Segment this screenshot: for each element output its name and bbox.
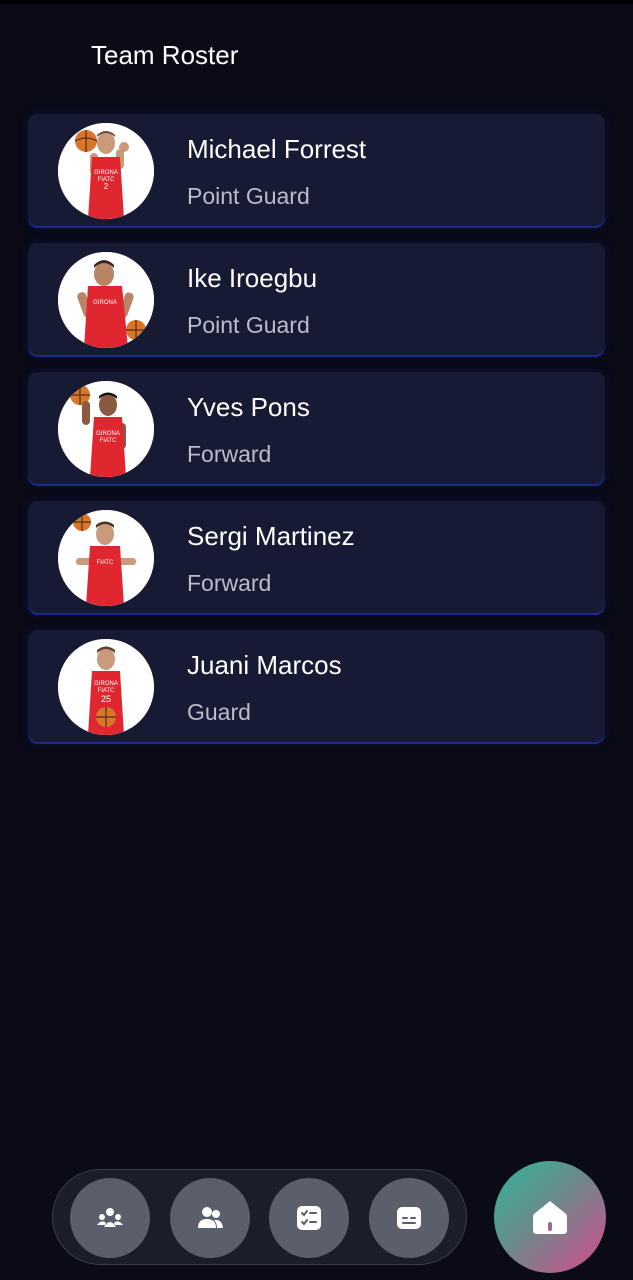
bottom-nav <box>52 1169 467 1265</box>
player-card[interactable]: GIRONA FIATC 25 Juani Marcos Guard <box>28 630 605 742</box>
svg-text:GIRONA: GIRONA <box>93 300 117 306</box>
player-position: Forward <box>187 570 272 596</box>
page-title: Team Roster <box>91 40 239 70</box>
player-avatar: GIRONA <box>58 252 154 348</box>
checklist-icon <box>297 1206 321 1230</box>
svg-text:GIRONA: GIRONA <box>94 170 118 176</box>
svg-text:FIATC: FIATC <box>97 560 115 566</box>
player-position: Guard <box>187 699 251 725</box>
player-avatar: GIRONA FIATC 2 <box>58 123 154 219</box>
home-icon <box>533 1201 567 1234</box>
player-card[interactable]: GIRONA Ike Iroegbu Point Guard <box>28 243 605 355</box>
player-card[interactable]: GIRONA FIATC 2 Michael Forrest Point Gua… <box>28 114 605 226</box>
users-icon <box>198 1207 223 1228</box>
svg-text:GIRONA: GIRONA <box>96 431 120 437</box>
player-name: Ike Iroegbu <box>187 263 318 293</box>
player-name: Michael Forrest <box>187 134 367 164</box>
nav-button-team[interactable] <box>70 1178 150 1258</box>
player-position: Point Guard <box>187 183 310 209</box>
player-card[interactable]: GIRONA FIATC Yves Pons Forward <box>28 372 605 484</box>
player-avatar: GIRONA FIATC <box>58 381 154 477</box>
player-position: Point Guard <box>187 312 310 338</box>
svg-text:25: 25 <box>101 694 111 704</box>
player-name: Yves Pons <box>187 392 310 422</box>
svg-text:GIRONA: GIRONA <box>94 681 118 687</box>
home-button[interactable] <box>494 1161 606 1273</box>
roster-list: GIRONA FIATC 2 Michael Forrest Point Gua… <box>28 114 605 759</box>
player-card[interactable]: FIATC Sergi Martinez Forward <box>28 501 605 613</box>
card-icon <box>397 1207 421 1229</box>
nav-button-users[interactable] <box>170 1178 250 1258</box>
player-avatar: FIATC <box>58 510 154 606</box>
status-bar-edge <box>0 0 633 4</box>
nav-button-checklist[interactable] <box>269 1178 349 1258</box>
player-name: Juani Marcos <box>187 650 342 680</box>
svg-text:FIATC: FIATC <box>100 438 118 444</box>
svg-text:2: 2 <box>104 182 109 191</box>
player-position: Forward <box>187 441 272 467</box>
player-avatar: GIRONA FIATC 25 <box>58 639 154 735</box>
player-name: Sergi Martinez <box>187 521 355 551</box>
nav-button-card[interactable] <box>369 1178 449 1258</box>
team-icon <box>97 1208 123 1227</box>
